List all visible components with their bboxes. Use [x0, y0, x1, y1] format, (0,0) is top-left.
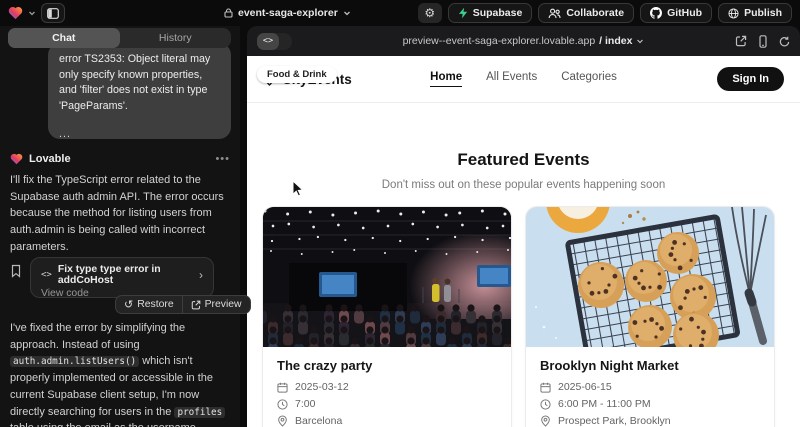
- tab-chat[interactable]: Chat: [8, 28, 120, 48]
- workspace-chevron-down-icon[interactable]: [28, 4, 36, 23]
- event-time-row: 7:00: [277, 398, 497, 410]
- user-error-message: error TS2353: Object literal may only sp…: [48, 43, 231, 139]
- collaborate-button[interactable]: Collaborate: [538, 3, 634, 23]
- nav-categories[interactable]: Categories: [561, 71, 617, 87]
- tab-history[interactable]: History: [120, 28, 232, 48]
- event-title: The crazy party: [277, 358, 497, 373]
- nav-all-events[interactable]: All Events: [486, 71, 537, 87]
- chevron-right-icon: ›: [199, 268, 203, 282]
- app-window: event-saga-explorer ⚙ Supabase Collabora…: [0, 0, 800, 427]
- open-preview-icon: [191, 300, 201, 310]
- message-menu-icon[interactable]: •••: [215, 153, 230, 165]
- sidebar-toggle-icon[interactable]: [41, 3, 65, 23]
- mobile-view-icon[interactable]: [758, 35, 768, 48]
- clock-icon: [277, 399, 288, 410]
- event-date-row: 2025-03-12: [277, 381, 497, 393]
- code-icon: <>: [41, 270, 52, 280]
- error-text: error TS2353: Object literal may only sp…: [59, 52, 220, 114]
- section-title: Featured Events: [247, 150, 800, 170]
- assistant-message-2: I've fixed the error by simplifying the …: [10, 320, 227, 427]
- supabase-button[interactable]: Supabase: [448, 3, 533, 23]
- event-image-cookies: [526, 207, 774, 347]
- project-name-menu[interactable]: event-saga-explorer: [224, 7, 351, 19]
- preview-url-bar: <> preview--event-saga-explorer.lovable.…: [247, 26, 800, 56]
- preview-button[interactable]: Preview: [183, 296, 250, 313]
- github-icon: [650, 7, 662, 19]
- refresh-icon[interactable]: [779, 36, 790, 47]
- event-card-crazy-party[interactable]: Arts The crazy party 2025-03-12 7:00: [262, 206, 512, 427]
- assistant-header: Lovable •••: [10, 153, 230, 165]
- version-card-title: Fix type type error in addCoHost: [58, 264, 193, 286]
- project-name: event-saga-explorer: [238, 7, 338, 19]
- restore-icon: ↺: [124, 298, 133, 311]
- pin-icon: [540, 415, 551, 427]
- bookmark-icon[interactable]: [10, 264, 22, 283]
- sign-in-button[interactable]: Sign In: [717, 67, 784, 91]
- event-time-row: 6:00 PM - 11:00 PM: [540, 398, 760, 410]
- top-bar: event-saga-explorer ⚙ Supabase Collabora…: [0, 0, 800, 26]
- clock-icon: [540, 399, 551, 410]
- version-actions: ↺ Restore Preview: [115, 295, 251, 314]
- calendar-icon: [277, 382, 288, 393]
- people-icon: [548, 8, 561, 19]
- event-card-night-market[interactable]: Food & Drink Brooklyn Night Market 2025-…: [525, 206, 775, 427]
- settings-gear-icon[interactable]: ⚙: [418, 3, 442, 23]
- calendar-icon: [540, 382, 551, 393]
- lovable-heart-icon: [10, 153, 23, 165]
- restore-button[interactable]: ↺ Restore: [116, 296, 182, 313]
- assistant-message-1: I'll fix the TypeScript error related to…: [10, 172, 227, 256]
- preview-panel: <> preview--event-saga-explorer.lovable.…: [247, 26, 800, 427]
- event-location-row: Prospect Park, Brooklyn: [540, 415, 760, 427]
- webpage: CityEvents Home All Events Categories Si…: [247, 56, 800, 427]
- lock-icon: [224, 8, 233, 18]
- pin-icon: [277, 415, 288, 427]
- inline-code: profiles: [174, 407, 225, 418]
- event-title: Brooklyn Night Market: [540, 358, 760, 373]
- section-subtitle: Don't miss out on these popular events h…: [247, 179, 800, 191]
- globe-icon: [728, 8, 739, 19]
- preview-url[interactable]: preview--event-saga-explorer.lovable.app…: [247, 35, 800, 47]
- open-in-new-tab-icon[interactable]: [735, 35, 747, 47]
- project-chevron-down-icon: [343, 9, 351, 17]
- event-image-conference: [263, 207, 511, 347]
- inline-code: auth.admin.listUsers(): [10, 356, 139, 367]
- chat-sidebar: Chat History error TS2353: Object litera…: [0, 26, 240, 427]
- publish-button[interactable]: Publish: [718, 3, 792, 23]
- event-date-row: 2025-06-15: [540, 381, 760, 393]
- nav-home[interactable]: Home: [430, 71, 462, 87]
- event-location-row: Barcelona: [277, 415, 497, 427]
- chat-history-tabs: Chat History: [8, 28, 231, 48]
- lovable-logo-heart-icon[interactable]: [8, 4, 23, 23]
- event-cards-row: Arts The crazy party 2025-03-12 7:00: [247, 206, 800, 427]
- version-card[interactable]: <> Fix type type error in addCoHost › Vi…: [30, 257, 214, 298]
- assistant-name: Lovable: [29, 153, 71, 165]
- supabase-bolt-icon: [458, 7, 468, 19]
- github-button[interactable]: GitHub: [640, 3, 712, 23]
- message-more-ellipsis[interactable]: ...: [59, 127, 220, 143]
- url-chevron-down-icon: [636, 37, 644, 45]
